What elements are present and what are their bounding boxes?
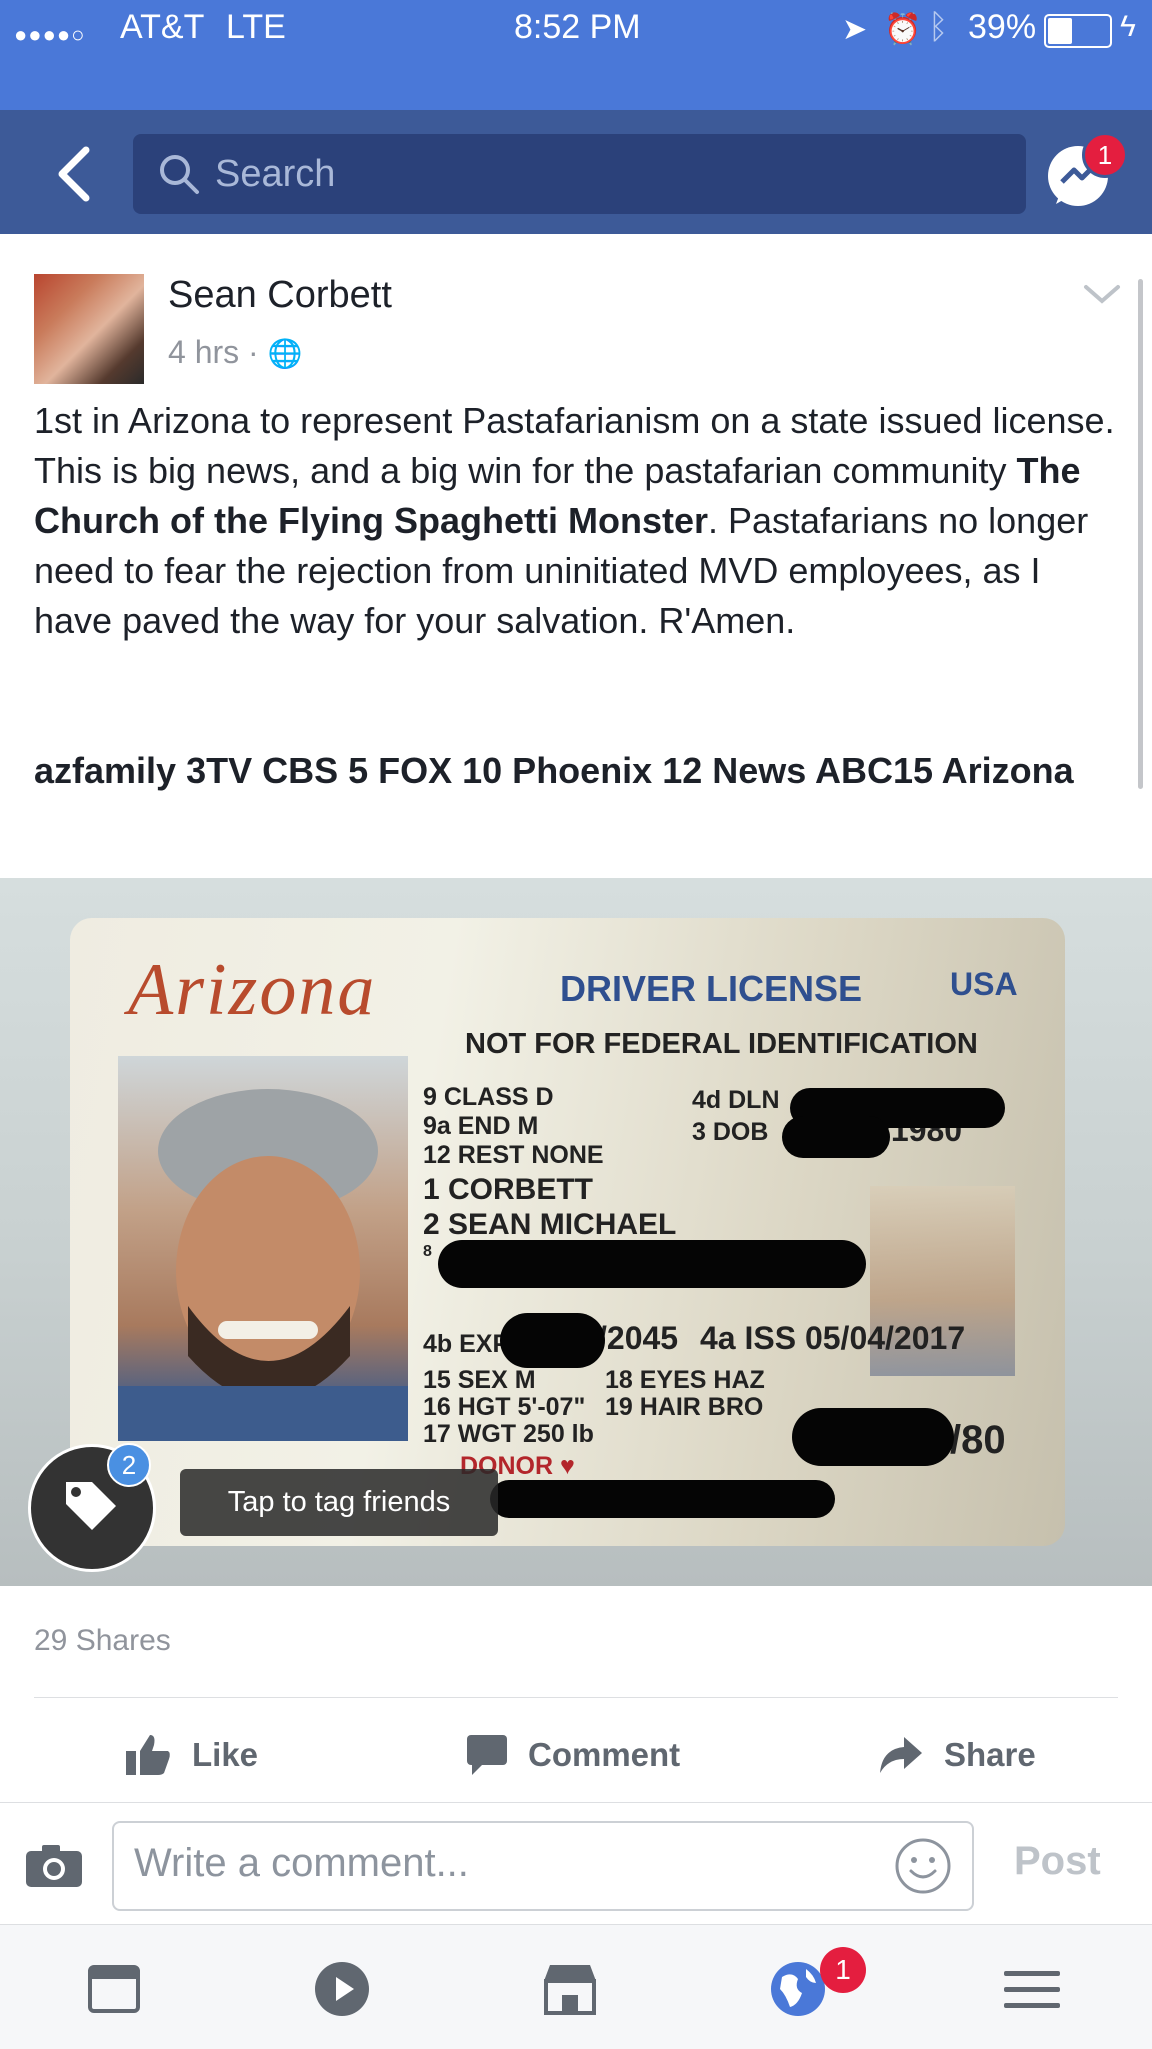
license-address-label: 8 [423,1243,432,1260]
tab-notifications[interactable]: 1 [768,1947,866,2019]
license-notice: NOT FOR FEDERAL IDENTIFICATION [465,1028,978,1060]
thumbs-up-icon [126,1735,170,1775]
colander-portrait [118,1089,408,1441]
location-icon: ➤ [842,13,868,46]
chevron-down-icon[interactable] [1080,279,1124,309]
tab-news-feed[interactable] [84,1959,144,2019]
license-country: USA [950,966,1018,1002]
license-weight: 17 WGT 250 lb [423,1420,594,1448]
nav-bar: Search 1 [0,110,1152,234]
license-eyes: 18 EYES HAZ [605,1366,765,1394]
search-input[interactable]: Search [133,134,1026,214]
license-end: 9a END M [423,1112,539,1140]
license-dob-label: 3 DOB [692,1118,769,1146]
tag-friends-button[interactable]: 2 [28,1443,156,1572]
license-dln-label: 4d DLN [692,1086,780,1114]
tag-count-badge: 2 [107,1443,151,1487]
post-photo[interactable]: Arizona DRIVER LICENSE USA NOT FOR FEDER… [0,878,1152,1586]
page-tags[interactable]: azfamily 3TV CBS 5 FOX 10 Phoenix 12 New… [34,746,1124,796]
license-tail: /80 [950,1418,1006,1462]
license-issue-date: 4a ISS 05/04/2017 [700,1320,966,1356]
scrollbar[interactable] [1138,279,1143,789]
license-exp-label: 4b EXP [423,1330,510,1358]
separator-dot: · [248,334,268,370]
search-icon [160,155,199,194]
redaction-signature [490,1480,835,1518]
comment-input[interactable]: Write a comment... [112,1821,974,1911]
comment-composer: Write a comment... Post [0,1802,1152,1925]
license-class: 9 CLASS D [423,1083,554,1111]
heart-icon: ♥ [553,1452,575,1480]
post-meta: 4 hrs · 🌐 [168,334,302,371]
license-surname: 1 CORBETT [423,1173,594,1206]
messenger-button[interactable]: 1 [1040,132,1128,214]
camera-icon[interactable] [24,1843,84,1889]
license-state: Arizona [128,949,377,1031]
comment-label: Comment [528,1736,681,1773]
comment-button[interactable]: Comment [466,1730,680,1780]
share-label: Share [944,1736,1036,1773]
redaction-number [792,1408,954,1466]
post-text-start: 1st in Arizona to represent Pastafariani… [34,400,1115,491]
comment-placeholder: Write a comment... [134,1841,469,1885]
emoji-icon[interactable] [894,1837,952,1895]
signal-icon: ●●●●○ [14,22,86,47]
tab-marketplace[interactable] [540,1959,600,2019]
back-arrow-icon[interactable] [46,144,106,204]
carrier-label: AT&T [120,8,205,46]
battery-percent: 39% [968,8,1037,46]
post-comment-button[interactable]: Post [1014,1839,1101,1884]
menu-icon[interactable] [1002,1959,1062,2019]
messenger-badge: 1 [1082,132,1128,178]
license-title: DRIVER LICENSE [560,968,863,1009]
charging-icon: ϟ [1120,10,1136,43]
search-placeholder: Search [215,153,336,195]
divider [34,1697,1118,1698]
clock: 8:52 PM [514,8,641,46]
share-count[interactable]: 29 Shares [34,1624,171,1658]
post-time[interactable]: 4 hrs [168,334,239,370]
license-hair: 19 HAIR BRO [605,1393,764,1421]
network-label: LTE [226,8,286,46]
license-given-name: 2 SEAN MICHAEL [423,1208,677,1241]
license-rest: 12 REST NONE [423,1141,604,1169]
license-exp-year: /2045 [598,1320,679,1356]
author-name[interactable]: Sean Corbett [168,274,392,317]
share-button[interactable]: Share [878,1730,1036,1780]
notifications-badge: 1 [820,1947,866,1993]
redaction-dob [782,1116,890,1158]
tab-video[interactable] [312,1959,372,2019]
tag-friends-hint[interactable]: Tap to tag friends [180,1469,498,1536]
status-bar: ●●●●○ AT&T LTE 8:52 PM ➤ ⏰ ᛒ 39% ϟ [0,0,1152,110]
license-height: 16 HGT 5'-07" [423,1393,586,1421]
redaction-address [438,1240,866,1288]
bluetooth-icon: ᛒ [928,8,949,46]
alarm-icon: ⏰ [884,13,922,46]
post-text: 1st in Arizona to represent Pastafariani… [34,396,1124,646]
author-avatar[interactable] [34,274,144,384]
like-label: Like [192,1736,259,1773]
share-arrow-icon [880,1737,922,1773]
globe-notifications-icon [771,1962,825,2016]
battery-icon [1044,14,1112,48]
speech-bubble-icon [467,1735,507,1775]
like-button[interactable]: Like [124,1730,258,1780]
license-sex: 15 SEX M [423,1366,536,1394]
tab-bar: 1 [0,1924,1152,2049]
globe-icon: 🌐 [267,338,303,369]
license-photo [118,1056,408,1441]
redaction-exp [500,1313,605,1368]
driver-license-card: Arizona DRIVER LICENSE USA NOT FOR FEDER… [70,918,1065,1546]
